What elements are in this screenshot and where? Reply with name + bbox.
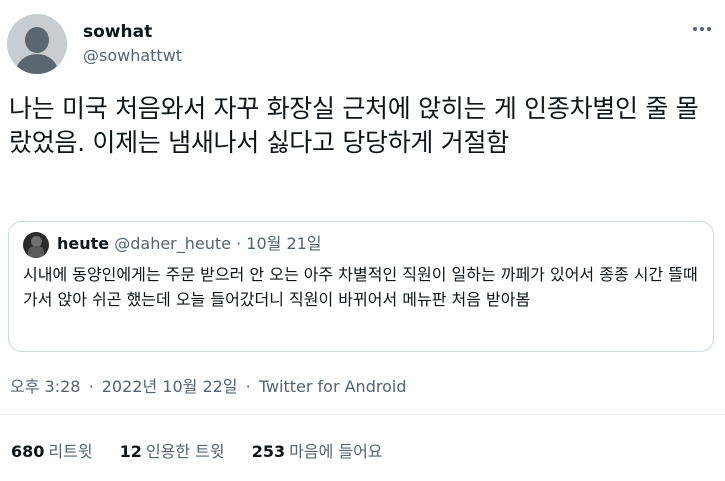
quotes-count: 12 (119, 442, 142, 461)
meta-separator-2: · (245, 377, 251, 396)
quoted-author-handle: @daher_heute (114, 234, 231, 253)
more-horizontal-icon[interactable] (691, 18, 713, 40)
divider (0, 414, 725, 415)
author-avatar[interactable] (7, 14, 67, 74)
author-handle[interactable]: @sowhattwt (83, 46, 182, 65)
likes-stat[interactable]: 253 마음에 들어요 (252, 438, 383, 462)
quoted-author-avatar (23, 232, 49, 258)
quotes-stat[interactable]: 12 인용한 트윗 (120, 438, 225, 462)
tweet-stats: 680 리트윗 12 인용한 트윗 253 마음에 들어요 (11, 438, 405, 462)
avatar-body-shape (16, 54, 58, 74)
quoted-avatar-body-shape (28, 246, 44, 258)
retweets-stat[interactable]: 680 리트윗 (11, 438, 93, 462)
quoted-author-name: heute (57, 234, 110, 253)
quoted-tweet-card[interactable]: heute @daher_heute · 10월 21일 시내에 동양인에게는 … (8, 221, 714, 352)
more-dots-graphic (693, 27, 711, 31)
quoted-separator: · (236, 234, 242, 253)
tweet-time[interactable]: 오후 3:28 (10, 377, 80, 396)
author-display-name[interactable]: sowhat (83, 22, 152, 42)
meta-separator: · (88, 377, 94, 396)
retweets-count: 680 (11, 442, 45, 461)
quotes-label: 인용한 트윗 (145, 442, 225, 461)
tweet-source[interactable]: Twitter for Android (259, 377, 407, 396)
tweet-date[interactable]: 2022년 10월 22일 (102, 377, 238, 396)
tweet-meta: 오후 3:28 · 2022년 10월 22일 · Twitter for An… (10, 373, 406, 397)
quoted-tweet-text: 시내에 동양인에게는 주문 받으러 안 오는 아주 차별적인 직원이 일하는 까… (23, 265, 698, 309)
tweet-header: sowhat @sowhattwt (0, 0, 725, 90)
quoted-tweet-header: heute @daher_heute · 10월 21일 (57, 233, 322, 255)
likes-count: 253 (251, 442, 286, 461)
quoted-tweet-date: 10월 21일 (246, 234, 322, 253)
tweet-body-text: 나는 미국 처음와서 자꾸 화장실 근처에 앉히는 게 인종차별인 줄 몰랐었음… (9, 94, 699, 157)
retweets-label: 리트윗 (48, 442, 93, 461)
likes-label: 마음에 들어요 (289, 442, 383, 461)
avatar-head-shape (25, 27, 49, 53)
